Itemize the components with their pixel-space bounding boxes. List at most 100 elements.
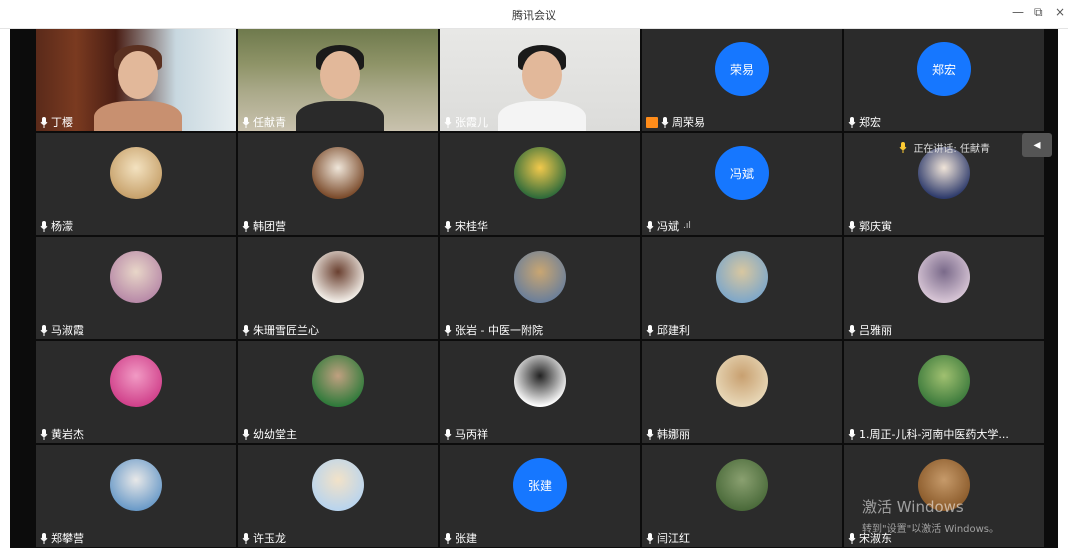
avatar: 荣易 xyxy=(715,42,769,96)
participant-name-bar: 朱珊雪匠兰心 xyxy=(238,321,323,339)
participant-tile[interactable]: 幼幼堂主 xyxy=(238,341,438,443)
mic-icon xyxy=(242,532,250,544)
person-head xyxy=(118,51,158,99)
participant-tile[interactable]: 冯斌 冯斌 .ıl xyxy=(642,133,842,235)
avatar xyxy=(514,355,566,407)
mic-icon xyxy=(40,324,48,336)
participant-name-bar: 丁樱 xyxy=(36,113,77,131)
watermark-subtitle: 转到"设置"以激活 Windows。 xyxy=(862,524,1000,535)
mic-icon xyxy=(444,324,452,336)
participant-name: 韩娜丽 xyxy=(657,428,690,441)
participant-tile[interactable]: 韩娜丽 xyxy=(642,341,842,443)
participant-name-bar: 冯斌 .ıl xyxy=(642,217,695,235)
participant-grid: 丁樱 任献青 张霞儿 荣易 周荣易 郑宏 郑宏 杨濛 韩团营 宋桂华 冯斌 冯斌 .ıl 郭庆寅 马淑霞 朱珊… xyxy=(36,29,1046,548)
participant-tile[interactable]: 马淑霞 xyxy=(36,237,236,339)
participant-tile[interactable]: 邱建利 xyxy=(642,237,842,339)
participant-tile[interactable]: 荣易 周荣易 xyxy=(642,29,842,131)
participant-name-bar: 张霞儿 xyxy=(440,113,492,131)
participant-name-bar: 幼幼堂主 xyxy=(238,425,301,443)
participant-name: 朱珊雪匠兰心 xyxy=(253,324,319,337)
mic-icon xyxy=(242,220,250,232)
participant-tile[interactable]: 郑攀营 xyxy=(36,445,236,547)
participant-tile[interactable]: 张岩 - 中医一附院 xyxy=(440,237,640,339)
avatar xyxy=(716,459,768,511)
mic-icon xyxy=(40,220,48,232)
participant-name: 闫江红 xyxy=(657,532,690,545)
mic-icon xyxy=(444,116,452,128)
mic-icon xyxy=(646,428,654,440)
participant-name: 许玉龙 xyxy=(253,532,286,545)
activation-watermark: 激活 Windows 转到"设置"以激活 Windows。 xyxy=(862,496,999,535)
avatar: 张建 xyxy=(513,458,567,512)
participant-name-bar: 韩团营 xyxy=(238,217,290,235)
participant-name: 冯斌 xyxy=(657,220,679,233)
participant-tile[interactable]: 朱珊雪匠兰心 xyxy=(238,237,438,339)
watermark-title: 激活 Windows xyxy=(862,498,964,516)
avatar xyxy=(918,355,970,407)
participant-tile[interactable]: 张霞儿 xyxy=(440,29,640,131)
participant-name: 宋桂华 xyxy=(455,220,488,233)
avatar xyxy=(110,147,162,199)
participant-name-bar: 宋桂华 xyxy=(440,217,492,235)
avatar xyxy=(110,459,162,511)
avatar xyxy=(918,251,970,303)
meeting-stage: 丁樱 任献青 张霞儿 荣易 周荣易 郑宏 郑宏 杨濛 韩团营 宋桂华 冯斌 冯斌 .ıl 郭庆寅 马淑霞 朱珊… xyxy=(10,29,1058,548)
minimize-button[interactable]: — xyxy=(1012,5,1024,19)
participant-name-bar: 任献青 xyxy=(238,113,290,131)
close-button[interactable]: × xyxy=(1055,5,1065,19)
avatar xyxy=(312,355,364,407)
participant-name: 丁樱 xyxy=(51,116,73,129)
participant-name: 杨濛 xyxy=(51,220,73,233)
participant-tile[interactable]: 韩团营 xyxy=(238,133,438,235)
participant-name: 任献青 xyxy=(253,116,286,129)
speaker-mic-icon xyxy=(900,142,907,153)
participant-name-bar: 1.周正-儿科-河南中医药大学... xyxy=(844,425,1013,443)
participant-name: 马丙祥 xyxy=(455,428,488,441)
mic-icon xyxy=(646,220,654,232)
participant-tile[interactable]: 郑宏 郑宏 xyxy=(844,29,1044,131)
mic-icon xyxy=(444,220,452,232)
mic-icon xyxy=(848,324,856,336)
participant-name-bar: 张建 xyxy=(440,529,481,547)
avatar xyxy=(514,147,566,199)
mic-icon xyxy=(242,116,250,128)
participant-tile[interactable]: 丁樱 xyxy=(36,29,236,131)
participant-name: 张岩 - 中医一附院 xyxy=(455,324,543,337)
participant-name-bar: 韩娜丽 xyxy=(642,425,694,443)
participant-name-bar: 黄岩杰 xyxy=(36,425,88,443)
mic-icon xyxy=(242,324,250,336)
collapse-speaker-button[interactable]: ◂ xyxy=(1022,133,1052,157)
participant-tile[interactable]: 黄岩杰 xyxy=(36,341,236,443)
mic-icon xyxy=(242,428,250,440)
person-body xyxy=(296,101,384,131)
participant-tile[interactable]: 张建 张建 xyxy=(440,445,640,547)
participant-name-bar: 闫江红 xyxy=(642,529,694,547)
participant-tile[interactable]: 杨濛 xyxy=(36,133,236,235)
signal-icon: .ıl xyxy=(683,221,691,231)
participant-name-bar: 周荣易 xyxy=(642,113,709,131)
avatar xyxy=(312,147,364,199)
restore-button[interactable]: ⧉ xyxy=(1034,5,1043,20)
participant-tile[interactable]: 宋桂华 xyxy=(440,133,640,235)
participant-tile[interactable]: 许玉龙 xyxy=(238,445,438,547)
participant-name-bar: 杨濛 xyxy=(36,217,77,235)
person-head xyxy=(522,51,562,99)
person-body xyxy=(94,101,182,131)
avatar xyxy=(110,251,162,303)
person-head xyxy=(320,51,360,99)
window-title: 腾讯会议 xyxy=(512,9,556,22)
avatar xyxy=(312,459,364,511)
participant-name-bar: 郑宏 xyxy=(844,113,885,131)
participant-name-bar: 郑攀营 xyxy=(36,529,88,547)
participant-tile[interactable]: 1.周正-儿科-河南中医药大学... xyxy=(844,341,1044,443)
participant-name: 黄岩杰 xyxy=(51,428,84,441)
mic-icon xyxy=(444,532,452,544)
participant-tile[interactable]: 马丙祥 xyxy=(440,341,640,443)
mic-icon xyxy=(848,428,856,440)
participant-tile[interactable]: 任献青 xyxy=(238,29,438,131)
participant-tile[interactable]: 闫江红 xyxy=(642,445,842,547)
participant-tile[interactable]: 吕雅丽 xyxy=(844,237,1044,339)
mic-icon xyxy=(40,428,48,440)
participant-name: 马淑霞 xyxy=(51,324,84,337)
mic-icon xyxy=(444,428,452,440)
